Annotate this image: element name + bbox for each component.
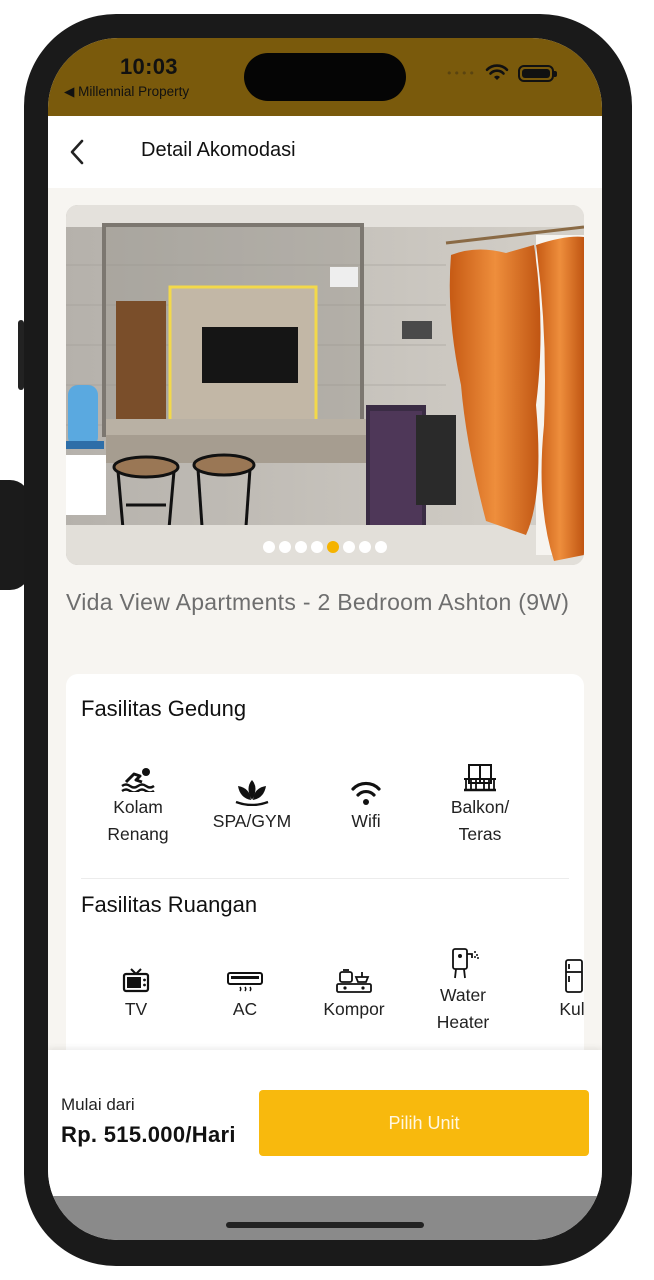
facility-label-line1: Kolam — [113, 797, 163, 817]
facility-label-line1: Water — [439, 985, 487, 1005]
facility-label-line1: Kul — [559, 999, 584, 1019]
facility-item: Kolam Renang — [83, 762, 193, 848]
room-photo — [66, 205, 584, 565]
swimming-icon — [121, 768, 155, 792]
facility-label-line1: Wifi — [351, 811, 381, 831]
pager-dot[interactable] — [375, 541, 387, 553]
app-header: Detail Akomodasi — [48, 116, 602, 188]
app-screen: 10:03 ◀ Millennial Property •••• Detail … — [48, 38, 602, 1240]
photo-gallery[interactable] — [66, 205, 584, 565]
battery-icon — [518, 64, 557, 82]
wifi-status-icon — [485, 64, 509, 80]
facility-label-line2: Teras — [458, 824, 502, 844]
back-to-app-link[interactable]: ◀ Millennial Property — [64, 84, 189, 100]
status-icons: •••• — [446, 64, 557, 82]
facility-item: Kompor — [299, 964, 409, 1023]
facility-label-line2: Heater — [436, 1012, 490, 1032]
status-time: 10:03 — [120, 54, 178, 79]
room-facilities-title: Fasilitas Ruangan — [81, 892, 258, 917]
signal-dots-icon: •••• — [446, 66, 476, 80]
page-title: Detail Akomodasi — [141, 139, 296, 161]
gallery-pager[interactable] — [66, 541, 584, 553]
building-facilities-title: Fasilitas Gedung — [81, 696, 247, 721]
stove-icon — [336, 969, 372, 993]
price-value: Rp. 515.000/Hari — [61, 1122, 236, 1147]
pager-dot[interactable] — [359, 541, 371, 553]
pager-dot[interactable] — [263, 541, 275, 553]
facility-label-line1: AC — [232, 999, 258, 1019]
back-button[interactable] — [62, 134, 92, 170]
dynamic-island — [244, 53, 406, 101]
status-bar: 10:03 ◀ Millennial Property •••• — [48, 38, 602, 116]
facility-item: Water Heater — [408, 948, 518, 1036]
volume-button — [18, 320, 24, 390]
facilities-card: Fasilitas Gedung Kolam Renang SPA/GYM Wi… — [66, 674, 584, 1074]
facility-label-line1: SPA/GYM — [212, 811, 292, 831]
pager-dot[interactable] — [343, 541, 355, 553]
home-indicator[interactable] — [226, 1222, 424, 1228]
pager-dot[interactable] — [327, 541, 339, 553]
facility-label-line1: Balkon/ — [450, 797, 510, 817]
tv-icon — [122, 968, 150, 993]
wifi-icon — [351, 781, 381, 805]
chevron-left-icon — [70, 139, 84, 165]
section-divider — [81, 878, 569, 879]
facility-label-line2: Renang — [107, 824, 169, 844]
facility-item: Kul — [517, 959, 584, 1023]
lotus-icon — [235, 780, 269, 806]
booking-bar: Mulai dari Rp. 515.000/Hari Pilih Unit — [48, 1050, 602, 1196]
pager-dot[interactable] — [295, 541, 307, 553]
facility-item: AC — [190, 964, 300, 1023]
pager-dot[interactable] — [311, 541, 323, 553]
balcony-icon — [464, 764, 496, 792]
fridge-icon — [565, 959, 583, 993]
facility-item: Wifi — [311, 776, 421, 835]
choose-unit-button[interactable]: Pilih Unit — [259, 1090, 589, 1156]
facility-item: TV — [81, 964, 191, 1023]
facility-item: SPA/GYM — [197, 776, 307, 835]
facility-item: Balkon/ Teras — [425, 762, 535, 848]
property-title: Vida View Apartments - 2 Bedroom Ashton … — [66, 589, 570, 615]
facility-label-line1: Kompor — [323, 999, 385, 1019]
home-indicator-area — [48, 1196, 602, 1240]
water-heater-icon — [452, 948, 479, 979]
pager-dot[interactable] — [279, 541, 291, 553]
price-from-label: Mulai dari — [61, 1095, 135, 1114]
facility-label-line1: TV — [124, 999, 148, 1019]
ac-icon — [227, 972, 263, 992]
